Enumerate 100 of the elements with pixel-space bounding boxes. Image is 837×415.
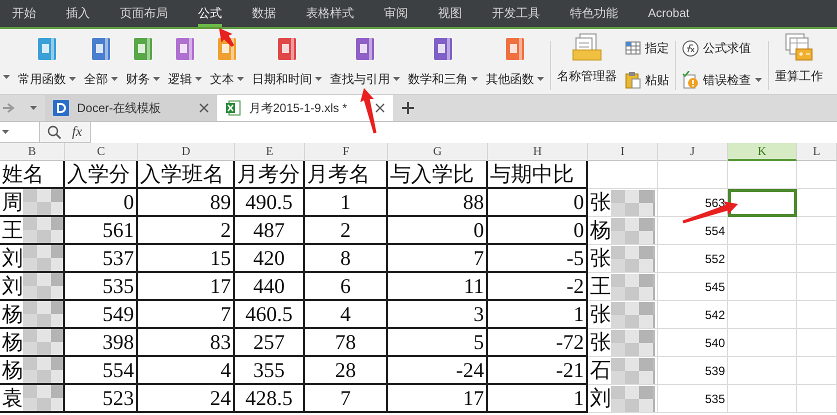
function-button[interactable]: 数学和三角 [406, 37, 480, 88]
table-cell: 88 [388, 189, 488, 217]
column-header[interactable]: E [235, 143, 305, 161]
table-cell: 89 [138, 189, 235, 217]
menu-tab[interactable]: Acrobat [648, 0, 690, 27]
menu-tab[interactable]: 视图 [438, 0, 462, 27]
zoom-icon[interactable] [47, 124, 62, 140]
table-cell: 535 [658, 385, 728, 413]
column-header[interactable]: J [658, 143, 728, 161]
table-cell: 17 [388, 385, 488, 413]
table-cell: 15 [138, 245, 235, 273]
table-cell: 杨 [588, 217, 658, 245]
table-cell: 1 [488, 385, 588, 413]
name-manager-button[interactable]: 名称管理器 [555, 37, 619, 85]
document-tab[interactable]: Docer-在线模板 [45, 95, 217, 121]
table-cell: 月考名 [305, 161, 388, 189]
function-button[interactable]: 日期和时间 [250, 37, 324, 88]
table-cell: 428.5 [235, 385, 305, 413]
table-cell: 487 [235, 217, 305, 245]
table-cell: -2 [488, 273, 588, 301]
column-header[interactable]: C [65, 143, 138, 161]
document-tab[interactable]: 月考2015-1-9.xls * [217, 95, 393, 121]
plus-icon[interactable] [401, 101, 415, 115]
table-cell: 8 [305, 245, 388, 273]
table-cell: 11 [388, 273, 488, 301]
grid-cell [797, 217, 837, 245]
table-cell: 78 [305, 329, 388, 357]
document-icon [53, 100, 69, 116]
table-cell: 张 [588, 301, 658, 329]
grid-cell [797, 329, 837, 357]
close-icon[interactable] [375, 103, 385, 113]
menu-tab[interactable]: 开发工具 [492, 0, 540, 27]
function-button[interactable]: 逻辑 [166, 37, 204, 88]
table-cell: 0 [488, 189, 588, 217]
table-cell: 1 [488, 301, 588, 329]
mosaic-blur [23, 245, 63, 271]
menu-tab[interactable]: 开始 [12, 0, 36, 27]
ribbon-button[interactable]: 粘贴 [623, 71, 671, 89]
table-cell: 7 [388, 245, 488, 273]
table-cell: 490.5 [235, 189, 305, 217]
grid-cell [588, 161, 658, 189]
function-button[interactable]: 查找与引用 [328, 37, 402, 88]
table-cell: 张 [588, 329, 658, 357]
menu-tab[interactable]: 插入 [66, 0, 90, 27]
table-cell: 554 [65, 357, 138, 385]
table-cell: -24 [388, 357, 488, 385]
mosaic-blur [611, 218, 655, 244]
table-cell: 王 [0, 217, 65, 245]
column-header[interactable]: L [797, 143, 837, 161]
menu-tab[interactable]: 特色功能 [570, 0, 618, 27]
folder-icon [572, 33, 602, 61]
table-cell: 83 [138, 329, 235, 357]
table-cell: -5 [488, 245, 588, 273]
menu-tab[interactable]: 数据 [252, 0, 276, 27]
ribbon-button[interactable]: 错误检查 [680, 71, 764, 89]
column-header[interactable]: B [0, 143, 65, 161]
fx-label: fx [72, 124, 82, 142]
table-cell: 7 [138, 301, 235, 329]
grid-cell [797, 189, 837, 217]
table-cell: 入学班名 [138, 161, 235, 189]
mosaic-blur [611, 330, 655, 356]
table-cell: 398 [65, 329, 138, 357]
table-cell: 与期中比 [488, 161, 588, 189]
ribbon-button[interactable]: 公式求值 [680, 39, 764, 57]
function-button[interactable]: 常用函数 [16, 37, 78, 88]
grid-icon [625, 41, 641, 55]
table-cell: 王 [588, 273, 658, 301]
column-header[interactable]: H [488, 143, 588, 161]
mosaic-blur [23, 329, 63, 355]
table-cell: 17 [138, 273, 235, 301]
recalc-button[interactable]: 重算工作 [773, 37, 825, 85]
table-cell: 535 [65, 273, 138, 301]
table-cell: 257 [235, 329, 305, 357]
table-cell: 523 [65, 385, 138, 413]
formula-icon [682, 40, 699, 56]
table-cell: 1 [305, 189, 388, 217]
caret-icon [2, 130, 9, 134]
column-header[interactable]: I [588, 143, 658, 161]
menu-tab[interactable]: 页面布局 [120, 0, 168, 27]
column-header[interactable]: G [388, 143, 488, 161]
table-cell: 545 [658, 273, 728, 301]
function-button[interactable]: 其他函数 [484, 37, 546, 88]
column-header[interactable]: D [138, 143, 235, 161]
function-button[interactable]: 财务 [124, 37, 162, 88]
grid-cell [797, 245, 837, 273]
selected-cell[interactable] [728, 189, 797, 217]
menu-tab[interactable]: 表格样式 [306, 0, 354, 27]
table-cell: 537 [65, 245, 138, 273]
formula-input[interactable] [90, 122, 837, 142]
mosaic-blur [23, 273, 63, 299]
table-cell: -21 [488, 357, 588, 385]
table-cell: 420 [235, 245, 305, 273]
column-header[interactable]: K [728, 143, 797, 161]
close-icon[interactable] [199, 103, 209, 113]
menu-tab[interactable]: 审阅 [384, 0, 408, 27]
column-header[interactable]: F [305, 143, 388, 161]
tab-title: Docer-在线模板 [77, 100, 162, 117]
function-button[interactable]: 全部 [82, 37, 120, 88]
ribbon-button[interactable]: 指定 [623, 39, 671, 57]
mosaic-blur [23, 357, 63, 383]
